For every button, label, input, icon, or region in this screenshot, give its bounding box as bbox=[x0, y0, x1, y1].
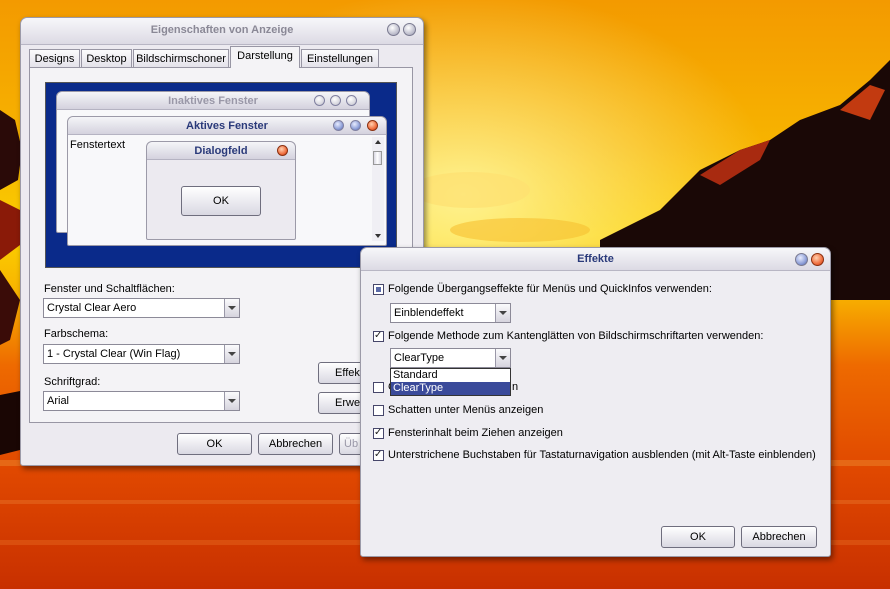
transition-effects-checkbox[interactable] bbox=[373, 284, 384, 295]
scroll-down-icon bbox=[375, 234, 381, 238]
drag-content-label: Fensterinhalt beim Ziehen anzeigen bbox=[388, 427, 563, 439]
window-title: Eigenschaften von Anzeige bbox=[150, 24, 294, 36]
preview-scrollbar bbox=[372, 137, 384, 241]
preview-ok-button: OK bbox=[181, 186, 261, 216]
preview-dialog: Dialogfeld OK bbox=[146, 141, 296, 240]
dropdown-option-standard[interactable]: Standard bbox=[391, 369, 510, 382]
font-smoothing-select[interactable]: ClearType bbox=[390, 348, 511, 368]
effects-cancel-button[interactable]: Abbrechen bbox=[741, 526, 817, 548]
scroll-up-icon bbox=[375, 140, 381, 144]
tab-desktop[interactable]: Desktop bbox=[81, 49, 132, 67]
tab-screensaver[interactable]: Bildschirmschoner bbox=[133, 49, 229, 67]
effects-ok-button[interactable]: OK bbox=[661, 526, 735, 548]
hide-underline-checkbox[interactable] bbox=[373, 449, 384, 461]
tab-appearance[interactable]: Darstellung bbox=[230, 46, 300, 68]
windows-buttons-label: Fenster und Schaltflächen: bbox=[44, 283, 175, 295]
preview-dialog-title: Dialogfeld bbox=[147, 142, 295, 160]
ok-button[interactable]: OK bbox=[177, 433, 252, 455]
font-size-label: Schriftgrad: bbox=[44, 376, 101, 388]
dropdown-arrow-icon[interactable] bbox=[224, 299, 239, 317]
tab-settings[interactable]: Einstellungen bbox=[301, 49, 379, 67]
close-icon[interactable] bbox=[403, 23, 416, 36]
dropdown-arrow-icon[interactable] bbox=[224, 345, 239, 363]
maximize-icon bbox=[350, 120, 361, 131]
color-scheme-value: 1 - Crystal Clear (Win Flag) bbox=[47, 348, 181, 360]
close-icon bbox=[367, 120, 378, 131]
transition-effect-select[interactable]: Einblendeffekt bbox=[390, 303, 511, 323]
close-icon bbox=[346, 95, 357, 106]
close-icon[interactable] bbox=[811, 253, 824, 266]
scroll-thumb bbox=[373, 151, 382, 165]
preview-window-text: Fenstertext bbox=[70, 139, 126, 151]
font-smoothing-dropdown-list: Standard ClearType bbox=[390, 368, 511, 396]
drag-content-checkbox[interactable] bbox=[373, 427, 384, 439]
windows-buttons-value: Crystal Clear Aero bbox=[47, 302, 137, 314]
minimize-icon bbox=[314, 95, 325, 106]
display-properties-titlebar[interactable]: Eigenschaften von Anzeige bbox=[21, 18, 423, 45]
transition-effects-label: Folgende Übergangseffekte für Menüs und … bbox=[388, 283, 712, 295]
tab-designs[interactable]: Designs bbox=[29, 49, 80, 67]
close-icon bbox=[277, 145, 288, 156]
maximize-icon bbox=[330, 95, 341, 106]
menu-shadow-checkbox[interactable] bbox=[373, 405, 384, 416]
dropdown-option-cleartype[interactable]: ClearType bbox=[391, 382, 510, 395]
cancel-button[interactable]: Abbrechen bbox=[258, 433, 333, 455]
shadow-fragment-checkbox[interactable] bbox=[373, 382, 384, 393]
hide-underline-label: Unterstrichene Buchstaben für Tastaturna… bbox=[388, 449, 816, 461]
effects-title: Effekte bbox=[577, 253, 614, 265]
font-smoothing-checkbox[interactable] bbox=[373, 330, 384, 342]
transition-effect-value: Einblendeffekt bbox=[394, 307, 464, 319]
help-icon[interactable] bbox=[795, 253, 808, 266]
dropdown-arrow-icon[interactable] bbox=[224, 392, 239, 410]
font-size-select[interactable]: Arial bbox=[43, 391, 240, 411]
effects-titlebar[interactable]: Effekte bbox=[361, 248, 830, 271]
minimize-icon bbox=[333, 120, 344, 131]
color-scheme-label: Farbschema: bbox=[44, 328, 109, 340]
font-smoothing-label: Folgende Methode zum Kantenglätten von B… bbox=[388, 330, 764, 342]
font-size-value: Arial bbox=[47, 395, 70, 407]
menu-shadow-label: Schatten unter Menüs anzeigen bbox=[388, 404, 544, 416]
dropdown-arrow-icon[interactable] bbox=[495, 304, 510, 322]
help-icon[interactable] bbox=[387, 23, 400, 36]
appearance-preview: Inaktives Fenster Aktives Fenster Fenste… bbox=[45, 82, 397, 268]
option3-fragment-right: n bbox=[512, 381, 519, 393]
windows-buttons-select[interactable]: Crystal Clear Aero bbox=[43, 298, 240, 318]
font-smoothing-value: ClearType bbox=[394, 352, 445, 364]
dropdown-arrow-icon[interactable] bbox=[495, 349, 510, 367]
color-scheme-select[interactable]: 1 - Crystal Clear (Win Flag) bbox=[43, 344, 240, 364]
